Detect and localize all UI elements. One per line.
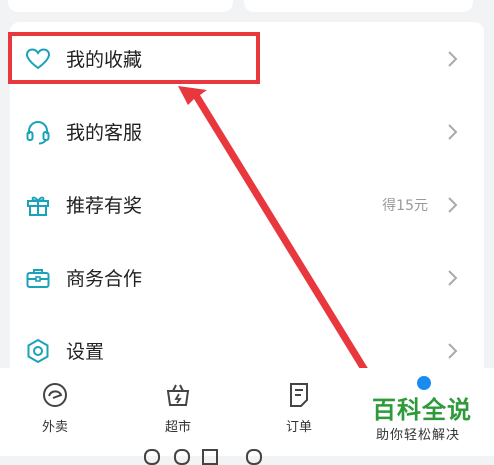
gift-icon bbox=[24, 191, 52, 219]
briefcase-icon bbox=[24, 264, 52, 292]
chevron-right-icon bbox=[446, 342, 458, 360]
menu-item-customer-service[interactable]: 我的客服 bbox=[10, 95, 484, 168]
menu-item-label: 我的客服 bbox=[66, 122, 143, 144]
watermark-title: 百科全说 bbox=[372, 396, 472, 424]
top-cards-fragment bbox=[0, 0, 494, 20]
menu-item-referral[interactable]: 推荐有奖 得15元 bbox=[10, 168, 484, 241]
waimai-icon bbox=[43, 383, 67, 407]
chevron-right-icon bbox=[446, 50, 458, 68]
tab-dingdan[interactable]: 订单 bbox=[264, 380, 334, 435]
watermark: 百科全说 助你轻松解决 bbox=[362, 388, 494, 456]
menu-item-label: 设置 bbox=[66, 341, 105, 363]
tab-label: 外卖 bbox=[41, 420, 68, 435]
home-circle-icon[interactable] bbox=[144, 449, 160, 465]
tab-label: 订单 bbox=[285, 420, 312, 435]
order-icon bbox=[290, 383, 308, 407]
watermark-subtitle: 助你轻松解决 bbox=[376, 428, 461, 443]
top-card-right[interactable] bbox=[244, 0, 473, 12]
chevron-right-icon bbox=[446, 269, 458, 287]
chevron-right-icon bbox=[446, 196, 458, 214]
top-card-left[interactable] bbox=[8, 0, 233, 12]
settings-icon bbox=[24, 337, 52, 365]
tab-waimai[interactable]: 外卖 bbox=[20, 380, 90, 435]
menu-item-label: 推荐有奖 bbox=[66, 195, 143, 217]
referral-reward-text: 得15元 bbox=[382, 197, 428, 214]
tab-chaoshi[interactable]: 超市 bbox=[143, 380, 213, 435]
tab-label: 超市 bbox=[164, 420, 191, 435]
back-circle-icon[interactable] bbox=[174, 449, 190, 465]
basket-icon bbox=[166, 384, 190, 406]
menu-item-label: 商务合作 bbox=[66, 268, 143, 290]
chevron-right-icon bbox=[446, 123, 458, 141]
recent-square-icon[interactable] bbox=[202, 449, 218, 465]
refresh-icon[interactable] bbox=[246, 449, 262, 465]
menu-item-business-cooperation[interactable]: 商务合作 bbox=[10, 241, 484, 314]
highlight-box bbox=[8, 32, 260, 84]
headset-icon bbox=[24, 118, 52, 146]
